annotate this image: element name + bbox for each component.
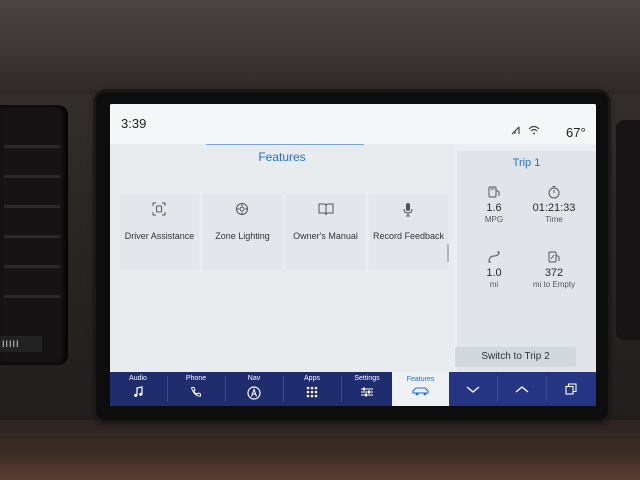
distance-icon <box>488 251 500 263</box>
fuel-icon <box>488 186 500 198</box>
nav-label: Features <box>406 376 435 383</box>
features-title: Features <box>258 150 306 164</box>
trip-stat-unit: mi to Empty <box>532 280 576 289</box>
trip-stat-range: 372 mi to Empty <box>519 250 589 290</box>
trip-stat-mpg: 1.6 MPG <box>463 185 525 225</box>
apps-grid-icon <box>306 386 318 398</box>
scroll-down-button[interactable] <box>449 372 497 406</box>
status-bar: 3:39 67° <box>110 104 596 144</box>
microphone-icon <box>403 203 413 217</box>
vent-adjuster-tab[interactable]: IIIII <box>0 336 42 352</box>
nav-label: Nav <box>247 375 261 382</box>
stopwatch-icon <box>548 186 560 199</box>
wifi-icon <box>528 125 540 135</box>
nav-label: Audio <box>129 375 147 382</box>
trip-stat-value: 1.0 <box>486 267 502 279</box>
features-title-underline <box>206 144 364 145</box>
dashboard-bottom <box>0 420 640 480</box>
tile-driver-assistance[interactable]: Driver Assistance <box>120 194 199 270</box>
driver-assistance-icon <box>152 202 166 216</box>
phone-icon <box>190 387 201 397</box>
nav-label: Apps <box>304 375 320 382</box>
trip-stat-value: 1.6 <box>486 202 502 214</box>
tile-label: Driver Assistance <box>124 231 195 241</box>
trip-title: Trip 1 <box>512 157 541 169</box>
trip-stat-value: 372 <box>544 267 564 279</box>
vehicle-icon <box>411 387 429 396</box>
tile-zone-lighting[interactable]: Zone Lighting <box>203 194 282 270</box>
nav-phone[interactable]: Phone <box>168 372 224 406</box>
tile-label: Record Feedback <box>372 231 445 241</box>
outside-temperature: 67° <box>566 125 586 140</box>
switch-trip-button[interactable]: Switch to Trip 2 <box>455 347 576 367</box>
nav-apps[interactable]: Apps <box>284 372 340 406</box>
navigation-icon <box>247 386 261 400</box>
tile-label: Zone Lighting <box>215 231 270 241</box>
nav-features[interactable]: Features <box>392 372 449 406</box>
scroll-up-button[interactable] <box>498 372 546 406</box>
settings-sliders-icon <box>361 387 373 397</box>
zone-lighting-icon <box>236 203 248 215</box>
clock: 3:39 <box>121 116 147 131</box>
scroll-indicator[interactable] <box>447 244 449 262</box>
dashboard-top <box>0 0 640 95</box>
no-signal-icon <box>511 126 520 135</box>
trip-stat-value: 01:21:33 <box>532 202 576 214</box>
nav-audio[interactable]: Audio <box>110 372 166 406</box>
tile-owners-manual[interactable]: Owner's Manual <box>286 194 365 270</box>
nav-settings[interactable]: Settings <box>342 372 392 406</box>
trip-panel: Trip 1 1.6 MPG 01:21:33 Time 1.0 mi 372 … <box>455 151 596 372</box>
trip-stat-time: 01:21:33 Time <box>519 185 589 225</box>
trip-stat-unit: mi <box>489 280 499 289</box>
trip-stat-unit: MPG <box>484 215 504 224</box>
left-air-vent <box>0 105 68 365</box>
tile-label: Owner's Manual <box>293 231 358 241</box>
nav-label: Settings <box>354 375 380 382</box>
chevron-down-icon <box>466 386 480 393</box>
fuel-range-icon <box>548 251 560 263</box>
nav-navigation[interactable]: Nav <box>226 372 282 406</box>
infotainment-screen: 3:39 67° Features Driver Assistance Zone… <box>110 104 596 406</box>
right-air-vent <box>616 120 640 340</box>
nav-label: Phone <box>185 375 207 382</box>
features-panel: Features Driver Assistance Zone Lighting <box>110 144 454 372</box>
copy-windows-icon <box>565 383 577 395</box>
multitask-button[interactable] <box>547 372 596 406</box>
trip-stat-unit: Time <box>545 215 563 224</box>
trip-stat-distance: 1.0 mi <box>463 250 525 290</box>
book-icon <box>318 203 334 216</box>
chevron-up-icon <box>515 386 529 393</box>
tile-record-feedback[interactable]: Record Feedback <box>369 194 448 270</box>
music-note-icon <box>134 386 143 397</box>
